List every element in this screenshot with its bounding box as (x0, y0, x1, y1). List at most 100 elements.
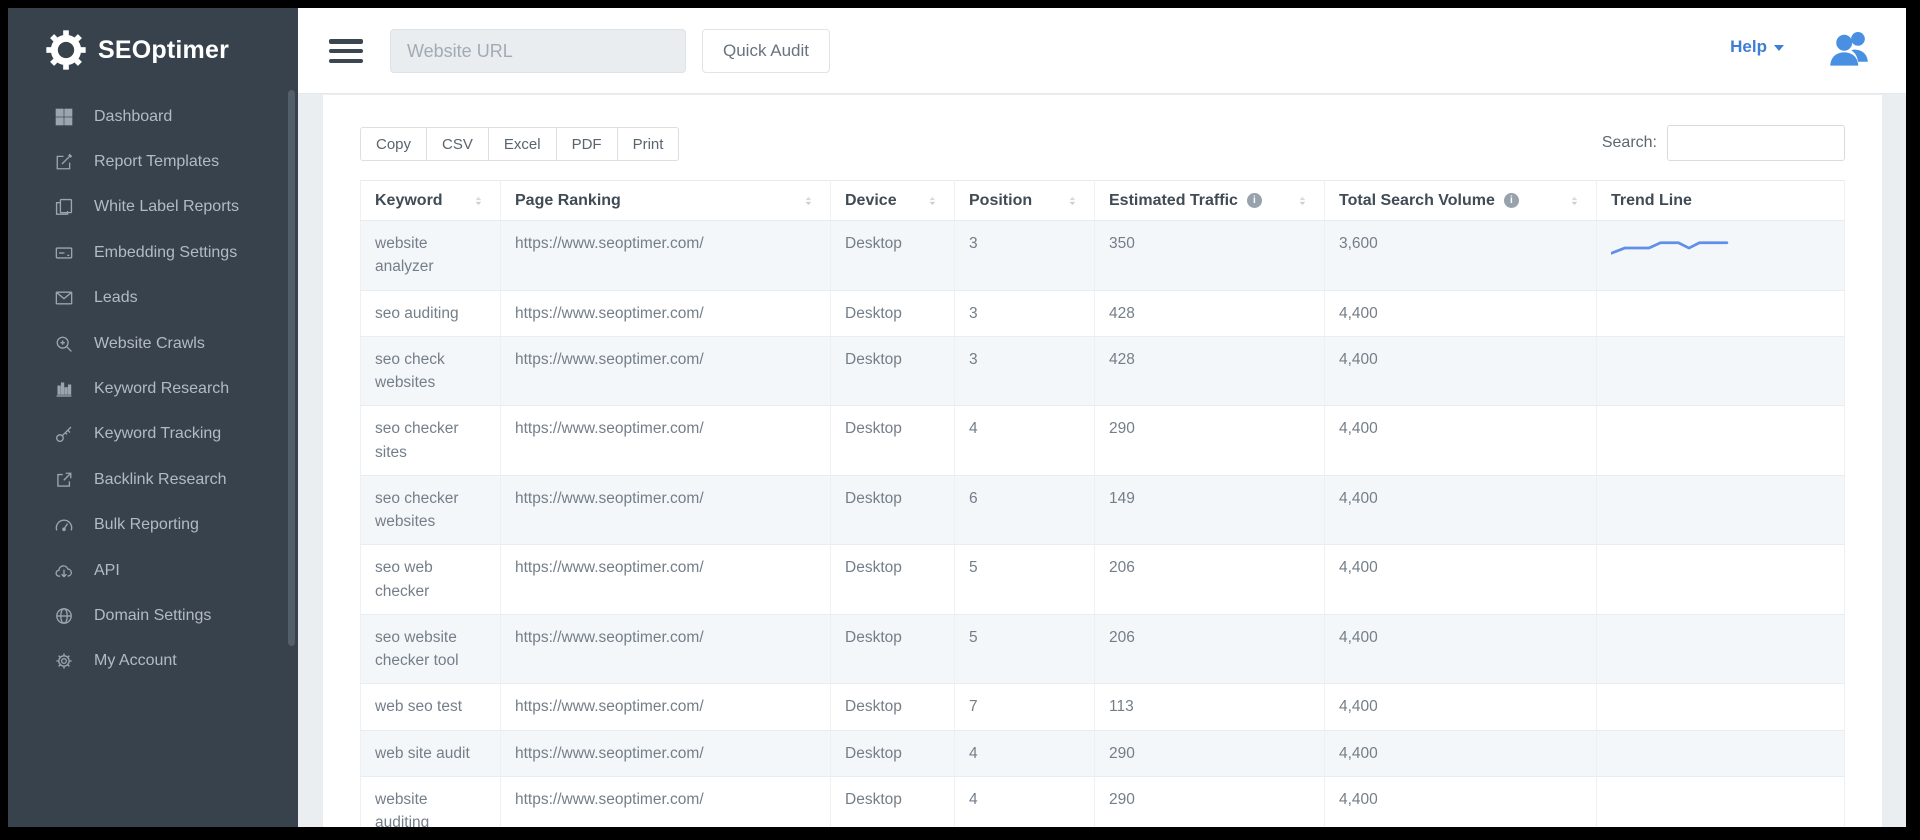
cell-page-ranking: https://www.seoptimer.com/ (501, 475, 831, 545)
cell-position: 7 (955, 684, 1095, 730)
pdf-export-button[interactable]: PDF (557, 127, 618, 161)
cell-trend-line (1597, 614, 1845, 684)
tachometer-icon (54, 515, 74, 535)
sidebar-item-label: Dashboard (94, 108, 172, 126)
info-icon[interactable]: i (1504, 193, 1519, 208)
app-window: SEOptimer DashboardReport TemplatesWhite… (8, 8, 1906, 827)
cell-device: Desktop (831, 730, 955, 776)
help-label: Help (1730, 37, 1767, 57)
sidebar-item-keyword-research[interactable]: Keyword Research (8, 366, 298, 411)
sort-icon[interactable] (1569, 193, 1582, 209)
help-dropdown[interactable]: Help (1730, 37, 1784, 57)
chevron-down-icon (1774, 45, 1784, 51)
sidebar: SEOptimer DashboardReport TemplatesWhite… (8, 8, 298, 827)
cell-keyword: seo auditing (361, 290, 501, 336)
sort-icon[interactable] (1067, 193, 1080, 209)
sidebar-item-label: Domain Settings (94, 607, 211, 625)
cell-total-search-volume: 4,400 (1325, 684, 1597, 730)
column-header-position[interactable]: Position (955, 181, 1095, 221)
cell-trend-line (1597, 406, 1845, 476)
sidebar-item-label: White Label Reports (94, 198, 239, 216)
website-url-input[interactable] (390, 29, 686, 73)
cell-device: Desktop (831, 776, 955, 827)
hamburger-menu-icon[interactable] (329, 39, 365, 63)
topbar: Quick Audit Help (298, 8, 1906, 94)
table-header-row: KeywordPage RankingDevicePositionEstimat… (361, 181, 1845, 221)
column-header-device[interactable]: Device (831, 181, 955, 221)
cell-position: 3 (955, 221, 1095, 291)
sidebar-item-api[interactable]: API (8, 548, 298, 593)
sidebar-item-embedding-settings[interactable]: Embedding Settings (8, 230, 298, 275)
content-card: CopyCSVExcelPDFPrint Search: Keyword Page… (323, 95, 1882, 827)
copy-export-button[interactable]: Copy (360, 127, 427, 161)
excel-export-button[interactable]: Excel (489, 127, 557, 161)
keyword-tracking-table: KeywordPage RankingDevicePositionEstimat… (360, 180, 1845, 827)
sidebar-item-label: API (94, 562, 120, 580)
sidebar-item-label: Website Crawls (94, 335, 205, 353)
cell-keyword: web site audit (361, 730, 501, 776)
envelope-icon (54, 288, 74, 308)
cell-keyword: website analyzer (361, 221, 501, 291)
cell-total-search-volume: 4,400 (1325, 776, 1597, 827)
trend-sparkline (1611, 236, 1729, 258)
sidebar-scrollbar-thumb[interactable] (288, 90, 295, 646)
sidebar-item-backlink-research[interactable]: Backlink Research (8, 457, 298, 502)
edit-icon (54, 152, 74, 172)
column-label: Page Ranking (515, 192, 621, 210)
search-input[interactable] (1667, 125, 1845, 161)
cell-device: Desktop (831, 614, 955, 684)
table-row: seo web checkerhttps://www.seoptimer.com… (361, 545, 1845, 615)
cell-page-ranking: https://www.seoptimer.com/ (501, 290, 831, 336)
sidebar-item-report-templates[interactable]: Report Templates (8, 139, 298, 184)
globe-icon (54, 606, 74, 626)
cell-trend-line (1597, 221, 1845, 291)
sidebar-item-domain-settings[interactable]: Domain Settings (8, 593, 298, 638)
sidebar-item-white-label-reports[interactable]: White Label Reports (8, 185, 298, 230)
bar-chart-icon (54, 379, 74, 399)
cell-estimated-traffic: 290 (1095, 776, 1325, 827)
sidebar-item-bulk-reporting[interactable]: Bulk Reporting (8, 503, 298, 548)
cell-keyword: web seo test (361, 684, 501, 730)
dashboard-icon (54, 107, 74, 127)
sidebar-item-label: Keyword Research (94, 380, 229, 398)
sidebar-item-label: Bulk Reporting (94, 516, 199, 534)
account-users-icon[interactable] (1828, 26, 1872, 70)
sidebar-item-website-crawls[interactable]: Website Crawls (8, 321, 298, 366)
column-label: Estimated Traffic (1109, 192, 1238, 210)
cell-position: 4 (955, 406, 1095, 476)
info-icon[interactable]: i (1247, 193, 1262, 208)
cell-page-ranking: https://www.seoptimer.com/ (501, 545, 831, 615)
table-search: Search: (1602, 125, 1845, 161)
sort-icon[interactable] (473, 193, 486, 209)
cell-position: 4 (955, 730, 1095, 776)
table-row: website analyzerhttps://www.seoptimer.co… (361, 221, 1845, 291)
key-icon (54, 424, 74, 444)
column-header-total-search-volume[interactable]: Total Search Volumei (1325, 181, 1597, 221)
sidebar-item-leads[interactable]: Leads (8, 276, 298, 321)
sidebar-item-label: Keyword Tracking (94, 425, 221, 443)
cell-page-ranking: https://www.seoptimer.com/ (501, 336, 831, 406)
column-header-keyword[interactable]: Keyword (361, 181, 501, 221)
sidebar-item-label: Embedding Settings (94, 244, 237, 262)
cell-trend-line (1597, 545, 1845, 615)
column-header-estimated-traffic[interactable]: Estimated Traffic i (1095, 181, 1325, 221)
sidebar-menu: Dashboard Report Templates White Label Rep… (8, 94, 298, 684)
table-row: seo checker websiteshttps://www.seoptime… (361, 475, 1845, 545)
column-header-page-ranking[interactable]: Page Ranking (501, 181, 831, 221)
print-export-button[interactable]: Print (618, 127, 680, 161)
sort-icon[interactable] (803, 193, 816, 209)
cell-device: Desktop (831, 684, 955, 730)
cell-keyword: seo website checker tool (361, 614, 501, 684)
sidebar-item-my-account[interactable]: My Account (8, 639, 298, 684)
sort-icon[interactable] (1297, 193, 1310, 209)
column-label: Trend Line (1611, 192, 1692, 210)
sidebar-item-keyword-tracking[interactable]: Keyword Tracking (8, 412, 298, 457)
sidebar-item-label: Leads (94, 289, 138, 307)
cell-estimated-traffic: 206 (1095, 545, 1325, 615)
csv-export-button[interactable]: CSV (427, 127, 489, 161)
sort-icon[interactable] (927, 193, 940, 209)
column-label: Device (845, 192, 897, 210)
quick-audit-button[interactable]: Quick Audit (702, 29, 830, 73)
search-label: Search: (1602, 134, 1657, 152)
sidebar-item-dashboard[interactable]: Dashboard (8, 94, 298, 139)
